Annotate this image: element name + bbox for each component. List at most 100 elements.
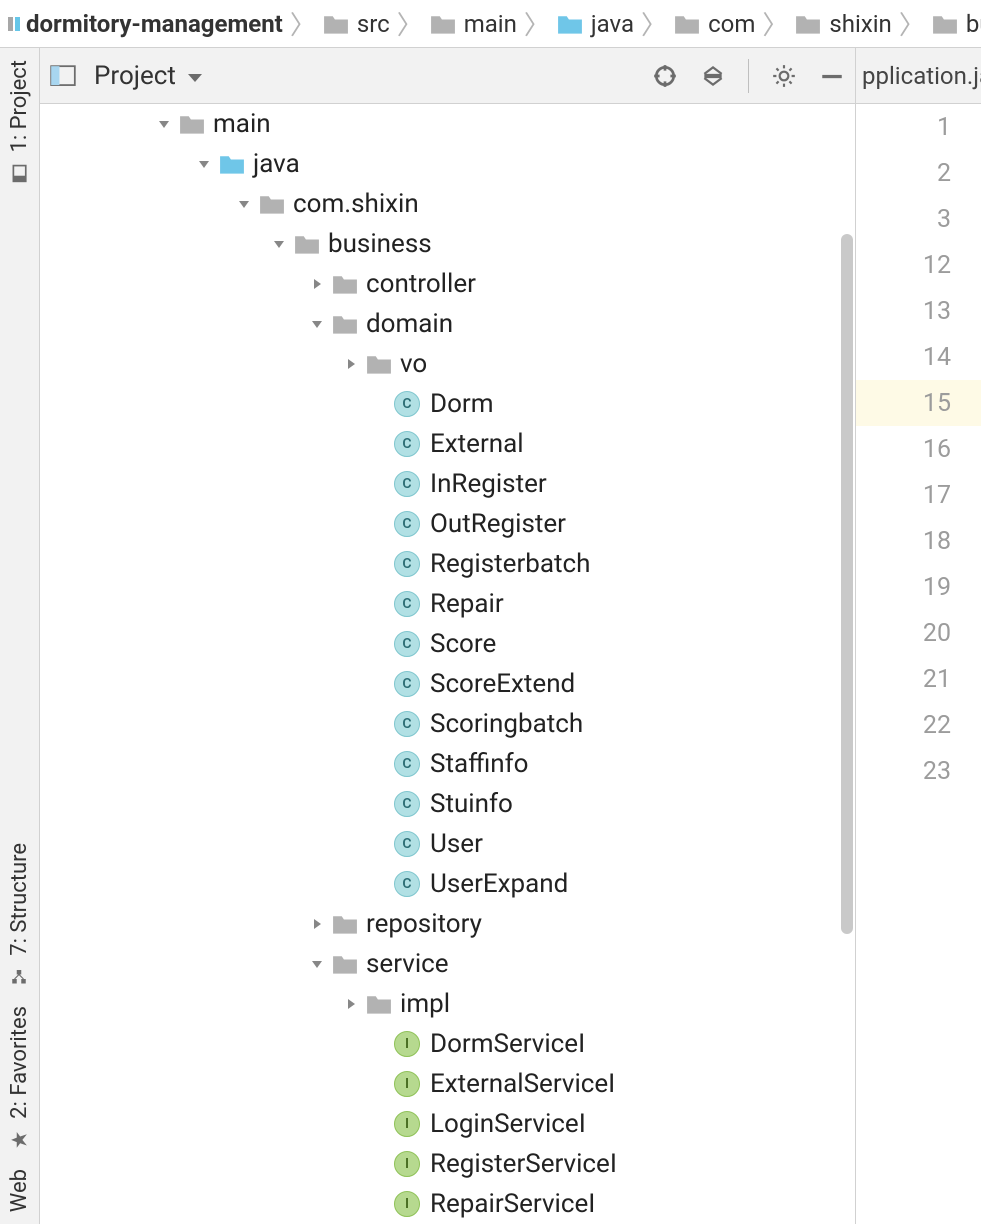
chevron-right-icon: 〉 <box>641 5 667 42</box>
tree-item-label: repository <box>366 909 482 939</box>
tree-item[interactable]: CStuinfo <box>40 784 855 824</box>
interface-icon: I <box>394 1191 420 1217</box>
sidebar-tab-favorites[interactable]: 2: Favorites <box>0 994 39 1157</box>
sidebar-tab-label: 2: Favorites <box>7 1006 32 1119</box>
tree-item-label: controller <box>366 269 476 299</box>
breadcrumb-item-shixin[interactable]: shixin <box>793 10 893 38</box>
tree-item[interactable]: IDormServiceI <box>40 1024 855 1064</box>
gear-icon[interactable] <box>771 63 797 89</box>
tree-item[interactable]: COutRegister <box>40 504 855 544</box>
line-number[interactable]: 20 <box>856 610 981 656</box>
sidebar-tab-web[interactable]: Web <box>0 1157 39 1224</box>
tree-item-label: ExternalServiceI <box>430 1069 615 1099</box>
expand-arrow-icon[interactable] <box>270 235 288 253</box>
line-number[interactable]: 21 <box>856 656 981 702</box>
folder-icon <box>674 13 700 35</box>
line-number[interactable]: 2 <box>856 150 981 196</box>
tree-item[interactable]: C Repair <box>40 584 855 624</box>
project-tree[interactable]: mainjavacom.shixinbusiness controller doma… <box>40 104 855 1224</box>
line-number[interactable]: 12 <box>856 242 981 288</box>
minimize-icon[interactable] <box>819 63 845 89</box>
scrollbar[interactable] <box>841 234 853 934</box>
tree-item-label: Repair <box>430 589 504 619</box>
tree-item[interactable]: CUserExpand <box>40 864 855 904</box>
expand-arrow-icon[interactable] <box>342 355 360 373</box>
tree-item[interactable]: CScoringbatch <box>40 704 855 744</box>
tree-item[interactable]: CStaffinfo <box>40 744 855 784</box>
tree-item-label: External <box>430 429 524 459</box>
sidebar-tab-structure[interactable]: 7: Structure <box>0 831 39 994</box>
breadcrumb-item-src[interactable]: src <box>321 10 392 38</box>
chevron-down-icon[interactable] <box>186 61 204 91</box>
folder-icon <box>795 13 821 35</box>
tree-item[interactable]: CRegisterbatch <box>40 544 855 584</box>
target-icon[interactable] <box>652 63 678 89</box>
collapse-all-icon[interactable] <box>700 63 726 89</box>
line-number[interactable]: 23 <box>856 748 981 794</box>
line-number[interactable]: 15 <box>856 380 981 426</box>
chevron-right-icon: 〉 <box>397 5 423 42</box>
interface-icon: I <box>394 1071 420 1097</box>
tree-item[interactable]: java <box>40 144 855 184</box>
editor-tab[interactable]: pplication.ja <box>856 48 981 104</box>
expand-arrow-icon[interactable] <box>342 995 360 1013</box>
expand-arrow-icon[interactable] <box>308 275 326 293</box>
tree-item[interactable]: service <box>40 944 855 984</box>
breadcrumb-label: src <box>357 10 390 38</box>
expand-arrow-icon[interactable] <box>308 955 326 973</box>
tree-item[interactable]: repository <box>40 904 855 944</box>
tree-item[interactable]: com.shixin <box>40 184 855 224</box>
line-number[interactable]: 17 <box>856 472 981 518</box>
tree-item[interactable]: business <box>40 224 855 264</box>
expand-arrow-icon[interactable] <box>155 115 173 133</box>
line-number[interactable]: 14 <box>856 334 981 380</box>
class-icon: C <box>394 391 420 417</box>
tree-item[interactable]: CScore <box>40 624 855 664</box>
project-header-title: Project <box>94 61 176 91</box>
breadcrumb-item-project[interactable]: dormitory-management <box>6 10 285 38</box>
chevron-right-icon: 〉 <box>762 5 788 42</box>
class-icon: C <box>394 791 420 817</box>
line-number[interactable]: 3 <box>856 196 981 242</box>
breadcrumb-item-com[interactable]: com <box>672 10 757 38</box>
tree-item-label: service <box>366 949 449 979</box>
tree-item[interactable]: I ExternalServiceI <box>40 1064 855 1104</box>
tree-item-label: DormServiceI <box>430 1029 585 1059</box>
tree-item[interactable]: CScoreExtend <box>40 664 855 704</box>
breadcrumb-label: com <box>708 10 755 38</box>
sidebar-tab-project[interactable]: 1: Project <box>0 48 39 190</box>
breadcrumb-item-java[interactable]: java <box>555 10 636 38</box>
tree-item[interactable]: I RepairServiceI <box>40 1184 855 1224</box>
tree-item[interactable]: impl <box>40 984 855 1024</box>
tree-item-label: RepairServiceI <box>430 1189 595 1219</box>
tree-item[interactable]: CInRegister <box>40 464 855 504</box>
class-icon: C <box>394 591 420 617</box>
tree-item[interactable]: controller <box>40 264 855 304</box>
chevron-right-icon: 〉 <box>524 5 550 42</box>
tree-item[interactable]: IRegisterServiceI <box>40 1144 855 1184</box>
line-number[interactable]: 13 <box>856 288 981 334</box>
expand-arrow-icon[interactable] <box>308 315 326 333</box>
breadcrumb-item-cut[interactable]: bu <box>930 10 981 38</box>
line-number[interactable]: 22 <box>856 702 981 748</box>
line-number[interactable]: 16 <box>856 426 981 472</box>
expand-arrow-icon[interactable] <box>195 155 213 173</box>
line-number[interactable]: 18 <box>856 518 981 564</box>
line-number[interactable]: 19 <box>856 564 981 610</box>
folder-icon <box>332 313 358 335</box>
tree-item[interactable]: main <box>40 104 855 144</box>
tree-item[interactable]: CDorm <box>40 384 855 424</box>
tree-item[interactable]: vo <box>40 344 855 384</box>
expand-arrow-icon[interactable] <box>235 195 253 213</box>
tree-item[interactable]: domain <box>40 304 855 344</box>
class-icon: C <box>394 871 420 897</box>
expand-arrow-icon[interactable] <box>308 915 326 933</box>
breadcrumb-item-main[interactable]: main <box>428 10 519 38</box>
interface-icon: I <box>394 1151 420 1177</box>
tree-item[interactable]: ILoginServiceI <box>40 1104 855 1144</box>
line-number[interactable]: 1 <box>856 104 981 150</box>
breadcrumb: dormitory-management 〉 src 〉 main 〉 java… <box>0 0 981 48</box>
class-icon: C <box>394 551 420 577</box>
tree-item[interactable]: CExternal <box>40 424 855 464</box>
tree-item[interactable]: CUser <box>40 824 855 864</box>
